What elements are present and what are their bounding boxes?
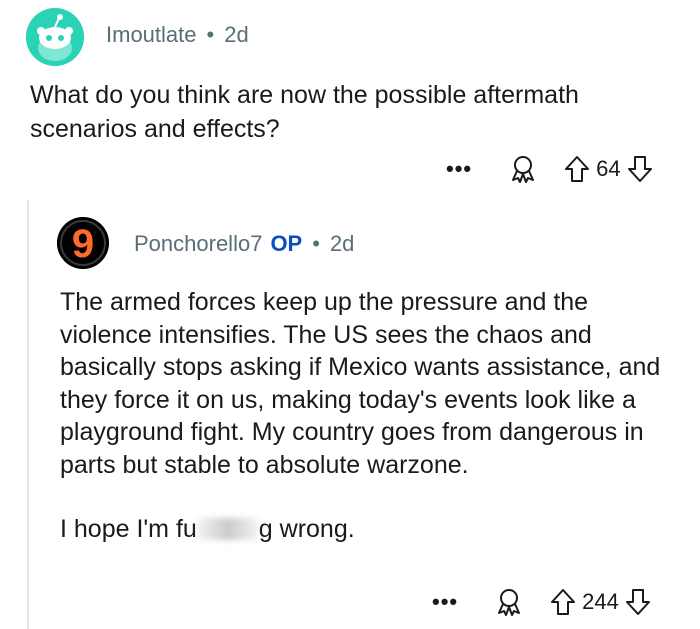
username-link[interactable]: Imoutlate (106, 22, 197, 47)
paragraph-end: g wrong. (258, 515, 355, 543)
user-avatar[interactable] (26, 8, 84, 66)
user-avatar[interactable]: 9 (57, 217, 109, 269)
vote-score: 244 (582, 589, 619, 614)
op-badge: OP (270, 231, 303, 256)
snoo-avatar-icon (26, 8, 84, 66)
timestamp: 2d (224, 22, 249, 47)
award-icon[interactable] (494, 587, 524, 617)
more-options-button[interactable]: ••• (432, 589, 458, 615)
comment-body: The armed forces keep up the pressure an… (60, 286, 685, 546)
censored-blur (196, 518, 259, 540)
upvote-icon[interactable] (564, 155, 590, 183)
downvote-icon[interactable] (625, 588, 651, 616)
avatar-glyph: 9 (72, 222, 94, 266)
separator-dot: • (312, 231, 320, 256)
paragraph-start: I hope I'm fu (60, 515, 197, 543)
downvote-icon[interactable] (627, 155, 653, 183)
comment-body: What do you think are now the possible a… (30, 81, 579, 143)
comment-actions: ••• 244 (432, 585, 651, 619)
avatar-nine-icon: 9 (57, 217, 109, 269)
timestamp: 2d (329, 231, 355, 256)
vote-score: 64 (596, 156, 621, 181)
comment-meta: Imoutlate • 2d (106, 22, 249, 48)
username-link[interactable]: Ponchorello7 (134, 231, 262, 256)
upvote-icon[interactable] (550, 588, 576, 616)
comment-actions: ••• 64 (446, 152, 653, 186)
separator-dot: • (206, 22, 215, 47)
comment-paragraph: The armed forces keep up the pressure an… (60, 288, 661, 479)
comment-meta: Ponchorello7 OP • 2d (134, 231, 354, 257)
thread-line[interactable] (27, 200, 29, 629)
more-options-button[interactable]: ••• (446, 156, 472, 182)
comment-paragraph: I hope I'm fu g wrong. (60, 513, 685, 546)
award-icon[interactable] (508, 154, 538, 184)
